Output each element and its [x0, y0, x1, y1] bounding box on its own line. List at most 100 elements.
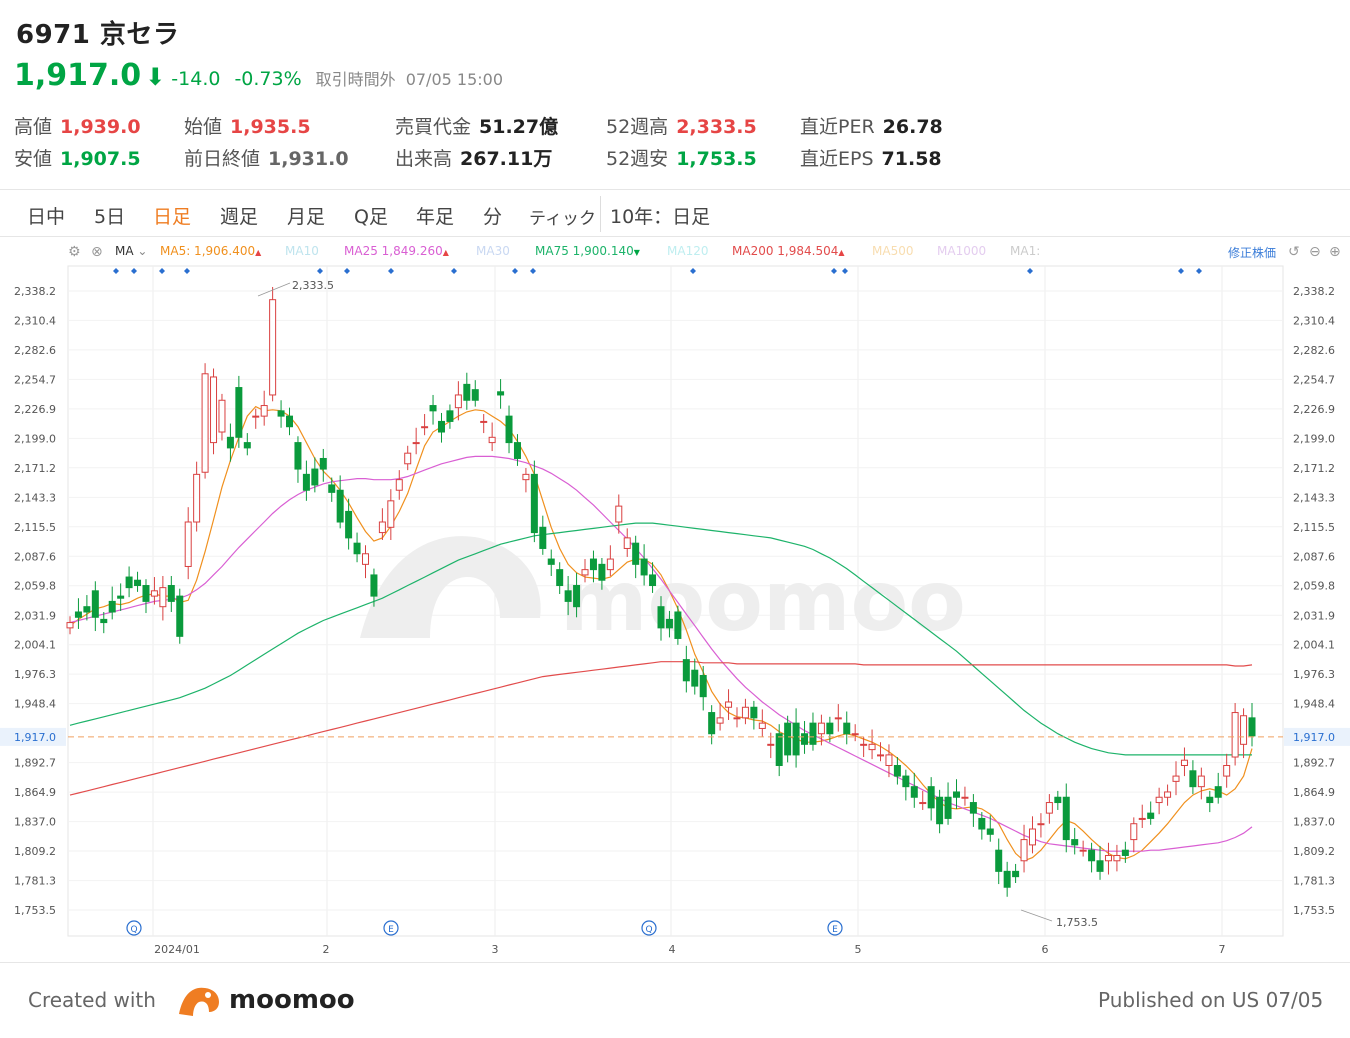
footer-divider	[0, 962, 1350, 963]
candle-body	[184, 521, 192, 567]
candle-body	[725, 701, 733, 708]
stat-turnover: 売買代金 51.27億	[395, 116, 559, 138]
dividend-marker-icon	[842, 268, 848, 274]
low-annotation-line	[1020, 909, 1053, 922]
tab-5day[interactable]: 5日	[94, 202, 125, 229]
candle-body	[539, 526, 547, 549]
candle-body	[978, 817, 986, 830]
y-tick-label-left: 1,781.3	[14, 875, 56, 888]
y-tick-label-left: 2,171.2	[14, 462, 56, 475]
candle-body	[159, 587, 167, 608]
candle-body	[286, 415, 294, 428]
y-tick-label-left: 1,892.7	[14, 757, 56, 770]
watermark-logo-icon	[360, 536, 541, 638]
tab-intraday[interactable]: 日中	[27, 202, 65, 229]
candle-body	[1062, 796, 1070, 841]
candle-body	[218, 399, 226, 433]
candle-body	[674, 611, 682, 639]
quote-time: 07/05 15:00	[405, 70, 503, 89]
y-tick-label-left: 1,864.9	[14, 786, 56, 799]
y-tick-label-left: 2,143.3	[14, 491, 56, 504]
price-chart[interactable]: 2,338.2 2,338.2 2,310.4 2,310.4 2,282.6 2,282…	[0, 238, 1350, 960]
y-tick-label-right: 2,115.5	[1293, 521, 1335, 534]
tab-yearly[interactable]: 年足	[416, 202, 454, 229]
candle-body	[1155, 796, 1163, 804]
candle-body	[488, 436, 496, 444]
candle-body	[1240, 715, 1248, 745]
ma-line-ma200	[69, 661, 1253, 796]
tab-minute[interactable]: 分	[483, 202, 502, 229]
y-tick-label-right: 2,143.3	[1293, 491, 1335, 504]
y-tick-label-right: 1,976.3	[1293, 668, 1335, 681]
candle-body	[953, 791, 960, 798]
current-price-label-left: 1,917.0	[14, 731, 56, 744]
stat-eps: 直近EPS 71.58	[800, 148, 942, 170]
candle-body	[682, 659, 690, 682]
candle-body	[809, 722, 817, 745]
candle-body	[1130, 823, 1138, 841]
event-marker-label: E	[832, 925, 838, 935]
candle-body	[699, 675, 707, 698]
candle-body	[421, 426, 429, 429]
candle-body	[277, 410, 285, 417]
candle-body	[657, 606, 665, 629]
candle-body	[311, 468, 319, 486]
candle-body	[505, 415, 513, 444]
candle-body	[1020, 839, 1028, 862]
candle-body	[134, 579, 142, 587]
candle-body	[834, 717, 842, 720]
moomoo-logo-icon	[179, 987, 219, 1016]
high-annotation: 2,333.5	[292, 279, 334, 292]
stat-per: 直近PER 26.78	[800, 116, 943, 138]
dividend-marker-icon	[1027, 268, 1033, 274]
candle-body	[733, 717, 741, 720]
candle-body	[556, 569, 564, 587]
candle-body	[235, 387, 243, 438]
candle-body	[1088, 849, 1096, 862]
stat-volume: 出来高 267.11万	[395, 148, 553, 170]
tab-monthly[interactable]: 月足	[287, 202, 325, 229]
candle-body	[1045, 802, 1053, 814]
candle-body	[108, 600, 116, 613]
candle-body	[201, 373, 209, 473]
tab-daily[interactable]: 日足	[153, 202, 191, 229]
candle-body	[649, 574, 657, 587]
price-change-pct: -0.73%	[234, 68, 302, 90]
candle-body	[167, 585, 175, 602]
candle-body	[1138, 817, 1146, 820]
candle-body	[412, 442, 420, 445]
candle-body	[437, 420, 445, 433]
published-label: Published on US 07/05	[1098, 988, 1324, 1012]
candle-body	[589, 558, 597, 571]
y-tick-label-right: 2,171.2	[1293, 462, 1335, 475]
tab-quarterly[interactable]: Q足	[354, 202, 388, 229]
tab-tick[interactable]: ティック	[529, 204, 596, 229]
dividend-marker-icon	[1178, 268, 1184, 274]
candle-body	[775, 733, 783, 766]
candle-body	[1180, 759, 1188, 766]
candle-body	[480, 420, 488, 423]
y-tick-label-left: 2,282.6	[14, 344, 56, 357]
y-tick-label-left: 2,338.2	[14, 285, 56, 298]
candle-body	[547, 558, 555, 565]
dividend-marker-icon	[512, 268, 518, 274]
y-tick-label-left: 2,115.5	[14, 521, 56, 534]
candle-body	[792, 722, 800, 756]
candle-body	[91, 590, 99, 618]
low-annotation: 1,753.5	[1056, 916, 1098, 929]
candle-body	[708, 712, 716, 735]
candle-body	[1164, 791, 1172, 798]
candle-body	[801, 733, 809, 745]
tab-weekly[interactable]: 週足	[220, 202, 258, 229]
dividend-marker-icon	[451, 268, 457, 274]
event-marker-label: Q	[645, 925, 652, 935]
high-annotation-line	[257, 282, 291, 297]
y-tick-label-right: 1,837.0	[1293, 816, 1335, 829]
candle-body	[995, 849, 1003, 872]
candle-body	[260, 405, 268, 417]
candle-body	[1028, 828, 1036, 846]
candle-body	[640, 558, 648, 576]
range-label[interactable]: 10年：日足	[610, 202, 710, 229]
candle-body	[868, 743, 876, 751]
candle-body	[716, 717, 724, 724]
